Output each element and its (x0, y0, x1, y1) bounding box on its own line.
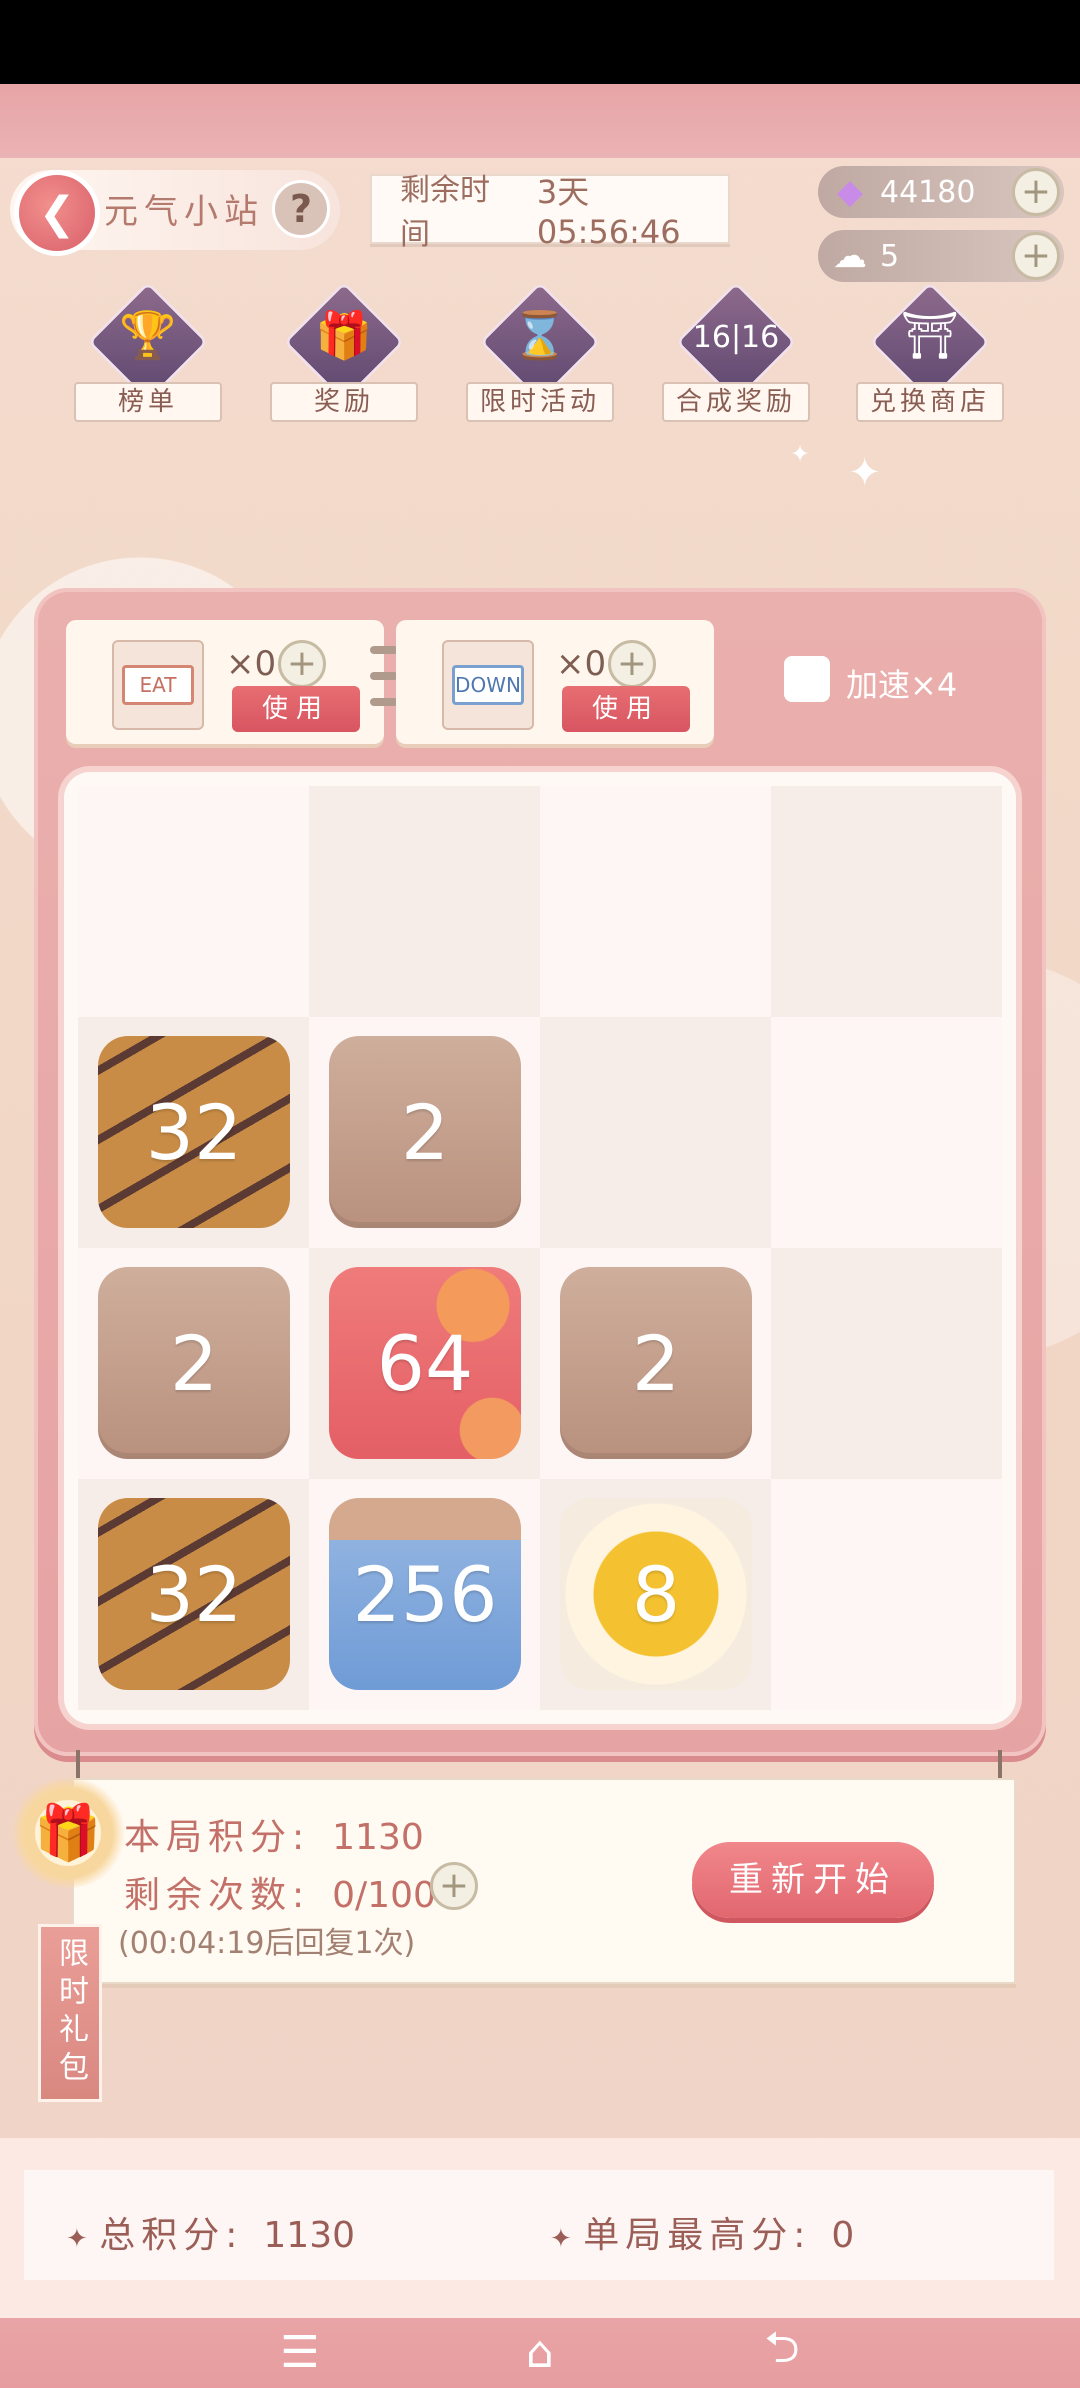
add-gems-button[interactable]: + (1012, 168, 1060, 216)
card-hanger (76, 1750, 80, 1780)
game-board[interactable]: 32 2 2 64 2 32 256 8 (64, 772, 1016, 1724)
limited-gift-icon[interactable]: 🎁 (8, 1778, 128, 1888)
add-tries-button[interactable]: + (430, 1862, 478, 1910)
tile-64: 64 (329, 1267, 521, 1459)
gem-icon: ◆ (836, 172, 864, 212)
tile-32: 32 (98, 1498, 290, 1690)
board-cell (771, 1017, 1002, 1248)
trophy-icon: 🏆 (119, 308, 177, 362)
merge-icon: 16|16 (692, 320, 780, 355)
board-cell (771, 1479, 1002, 1710)
sparkle-icon: ✦ (848, 450, 882, 496)
add-eat-item-button[interactable]: + (278, 640, 326, 688)
back-arrow-icon: ❮ (38, 187, 76, 239)
board-cell (309, 786, 540, 1017)
eat-item-icon: EAT (112, 640, 204, 730)
sparkle-icon: ✦ (790, 440, 811, 468)
speed-label: 加速×4 (846, 666, 958, 704)
menu-rewards[interactable]: 🎁 奖励 (270, 281, 418, 430)
restart-button[interactable]: 重新开始 (692, 1842, 934, 1918)
item-down: DOWN ×0 + 使用 (396, 620, 714, 744)
board-cell (771, 786, 1002, 1017)
menu-exchange-shop[interactable]: ⛩ 兑换商店 (856, 281, 1004, 430)
back-button[interactable]: ❮ (14, 170, 100, 256)
down-item-icon: DOWN (442, 640, 534, 730)
item-eat: EAT ×0 + 使用 (66, 620, 384, 744)
down-item-count: ×0 (556, 644, 607, 684)
binder-ring (370, 646, 398, 654)
board-cell (540, 786, 771, 1017)
shop-icon: ⛩ (900, 308, 960, 362)
use-eat-item-button[interactable]: 使用 (232, 686, 360, 732)
remaining-tries-row: 剩余次数: 0/100 (124, 1866, 436, 1918)
chef-hat-icon: ☁ (833, 236, 867, 276)
remaining-tries-value: 0/100 (332, 1875, 436, 1916)
tile-2: 2 (560, 1267, 752, 1459)
add-down-item-button[interactable]: + (608, 640, 656, 688)
recover-note: (00:04:19后回复1次) (118, 1926, 416, 1961)
tile-32: 32 (98, 1036, 290, 1228)
tile-256: 256 (329, 1498, 521, 1690)
gem-amount: 44180 (880, 174, 976, 210)
remaining-tries-label: 剩余次数: (124, 1875, 311, 1916)
use-down-item-button[interactable]: 使用 (562, 686, 690, 732)
round-score-value: 1130 (332, 1817, 424, 1858)
tile-2: 2 (329, 1036, 521, 1228)
total-score: ✦ 总积分: 1130 (66, 2206, 355, 2258)
chef-amount: 5 (880, 238, 900, 274)
menu-icon[interactable]: ☰ (270, 2322, 330, 2382)
best-score-label: 单局最高分: (583, 2215, 812, 2256)
eat-item-count: ×0 (226, 644, 277, 684)
home-icon[interactable]: ⌂ (510, 2322, 570, 2382)
hourglass-icon: ⌛ (511, 308, 569, 362)
page-title: 元气小站 (104, 192, 264, 232)
timer-value: 3天05:56:46 (536, 173, 681, 251)
menu-merge-rewards[interactable]: 16|16 合成奖励 (662, 281, 810, 430)
status-bar (0, 0, 1080, 84)
speed-checkbox[interactable] (784, 656, 830, 702)
tile-8: 8 (560, 1498, 752, 1690)
back-nav-icon[interactable]: ⮌ (752, 2322, 812, 2382)
gift-icon: 🎁 (315, 308, 373, 362)
top-ribbon (0, 84, 1080, 158)
card-hanger (998, 1750, 1002, 1780)
total-score-label: 总积分: (99, 2215, 244, 2256)
best-score: ✦ 单局最高分: 0 (550, 2206, 854, 2258)
timer-label: 剩余时间 (400, 173, 490, 252)
star-icon: ✦ (550, 2224, 572, 2254)
menu-leaderboard[interactable]: 🏆 榜单 (74, 281, 222, 430)
round-score-label: 本局积分: (124, 1817, 311, 1858)
chef-counter: ☁ 5 + (818, 230, 1064, 282)
menu-limited-event[interactable]: ⌛ 限时活动 (466, 281, 614, 430)
best-score-value: 0 (831, 2215, 855, 2256)
gem-counter: ◆ 44180 + (818, 166, 1064, 218)
board-cell (540, 1017, 771, 1248)
limited-gift-tab[interactable]: 限时礼包 (38, 1924, 102, 2102)
board-cell (771, 1248, 1002, 1479)
board-grid: 32 2 2 64 2 32 256 8 (78, 786, 1002, 1710)
remaining-time-card: 剩余时间 3天05:56:46 (370, 173, 730, 252)
add-chef-button[interactable]: + (1012, 232, 1060, 280)
round-score-row: 本局积分: 1130 (124, 1808, 424, 1860)
total-score-value: 1130 (263, 2215, 356, 2256)
binder-ring (370, 672, 398, 680)
board-cell (78, 786, 309, 1017)
tile-2: 2 (98, 1267, 290, 1459)
help-button[interactable]: ? (272, 180, 330, 238)
binder-ring (370, 698, 398, 706)
star-icon: ✦ (66, 2224, 88, 2254)
